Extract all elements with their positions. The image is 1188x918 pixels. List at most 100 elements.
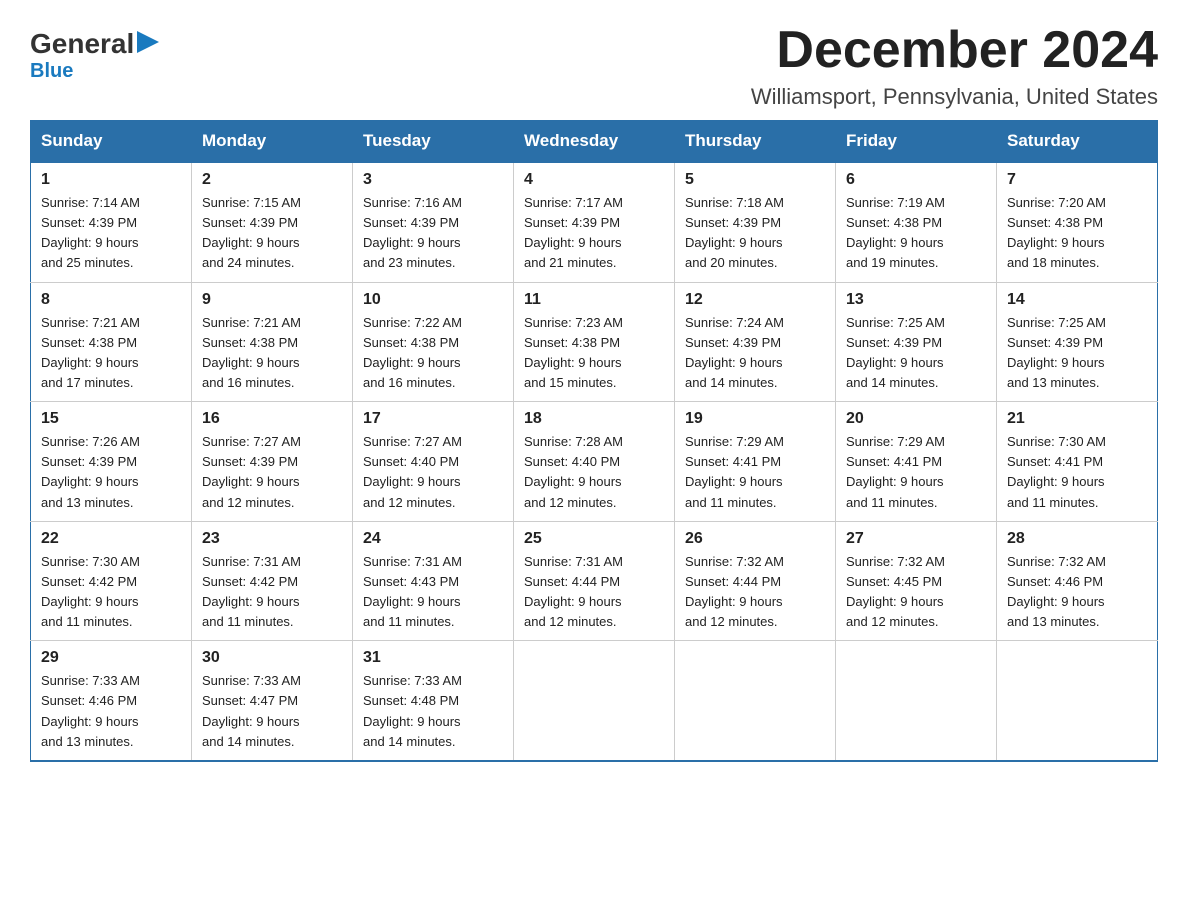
col-header-thursday: Thursday — [675, 121, 836, 163]
day-info: Sunrise: 7:31 AM Sunset: 4:43 PM Dayligh… — [363, 552, 503, 633]
day-number: 25 — [524, 530, 664, 548]
logo: General Blue — [30, 30, 159, 83]
day-info: Sunrise: 7:17 AM Sunset: 4:39 PM Dayligh… — [524, 193, 664, 274]
day-info: Sunrise: 7:25 AM Sunset: 4:39 PM Dayligh… — [846, 313, 986, 394]
calendar-day-cell: 1 Sunrise: 7:14 AM Sunset: 4:39 PM Dayli… — [31, 162, 192, 282]
col-header-saturday: Saturday — [997, 121, 1158, 163]
calendar-day-cell: 31 Sunrise: 7:33 AM Sunset: 4:48 PM Dayl… — [353, 641, 514, 761]
day-info: Sunrise: 7:28 AM Sunset: 4:40 PM Dayligh… — [524, 432, 664, 513]
day-number: 6 — [846, 171, 986, 189]
logo-text-blue: Blue — [30, 60, 73, 83]
day-number: 22 — [41, 530, 181, 548]
calendar-day-cell: 20 Sunrise: 7:29 AM Sunset: 4:41 PM Dayl… — [836, 402, 997, 522]
day-info: Sunrise: 7:26 AM Sunset: 4:39 PM Dayligh… — [41, 432, 181, 513]
calendar-day-cell: 19 Sunrise: 7:29 AM Sunset: 4:41 PM Dayl… — [675, 402, 836, 522]
day-number: 16 — [202, 410, 342, 428]
day-info: Sunrise: 7:32 AM Sunset: 4:45 PM Dayligh… — [846, 552, 986, 633]
day-info: Sunrise: 7:19 AM Sunset: 4:38 PM Dayligh… — [846, 193, 986, 274]
col-header-monday: Monday — [192, 121, 353, 163]
day-info: Sunrise: 7:24 AM Sunset: 4:39 PM Dayligh… — [685, 313, 825, 394]
day-number: 2 — [202, 171, 342, 189]
day-number: 17 — [363, 410, 503, 428]
col-header-sunday: Sunday — [31, 121, 192, 163]
calendar-day-cell: 18 Sunrise: 7:28 AM Sunset: 4:40 PM Dayl… — [514, 402, 675, 522]
calendar-week-row: 15 Sunrise: 7:26 AM Sunset: 4:39 PM Dayl… — [31, 402, 1158, 522]
calendar-day-cell: 17 Sunrise: 7:27 AM Sunset: 4:40 PM Dayl… — [353, 402, 514, 522]
calendar-day-cell: 13 Sunrise: 7:25 AM Sunset: 4:39 PM Dayl… — [836, 282, 997, 402]
calendar-day-cell: 5 Sunrise: 7:18 AM Sunset: 4:39 PM Dayli… — [675, 162, 836, 282]
day-number: 26 — [685, 530, 825, 548]
calendar-day-cell: 9 Sunrise: 7:21 AM Sunset: 4:38 PM Dayli… — [192, 282, 353, 402]
page-header: General Blue December 2024 Williamsport,… — [30, 20, 1158, 110]
calendar-table: SundayMondayTuesdayWednesdayThursdayFrid… — [30, 120, 1158, 762]
calendar-day-cell — [997, 641, 1158, 761]
day-info: Sunrise: 7:20 AM Sunset: 4:38 PM Dayligh… — [1007, 193, 1147, 274]
col-header-tuesday: Tuesday — [353, 121, 514, 163]
calendar-day-cell: 23 Sunrise: 7:31 AM Sunset: 4:42 PM Dayl… — [192, 521, 353, 641]
day-info: Sunrise: 7:22 AM Sunset: 4:38 PM Dayligh… — [363, 313, 503, 394]
calendar-day-cell: 7 Sunrise: 7:20 AM Sunset: 4:38 PM Dayli… — [997, 162, 1158, 282]
day-number: 9 — [202, 291, 342, 309]
day-info: Sunrise: 7:25 AM Sunset: 4:39 PM Dayligh… — [1007, 313, 1147, 394]
day-info: Sunrise: 7:27 AM Sunset: 4:39 PM Dayligh… — [202, 432, 342, 513]
day-number: 30 — [202, 649, 342, 667]
calendar-day-cell: 4 Sunrise: 7:17 AM Sunset: 4:39 PM Dayli… — [514, 162, 675, 282]
calendar-day-cell: 11 Sunrise: 7:23 AM Sunset: 4:38 PM Dayl… — [514, 282, 675, 402]
day-number: 12 — [685, 291, 825, 309]
day-info: Sunrise: 7:33 AM Sunset: 4:48 PM Dayligh… — [363, 671, 503, 752]
calendar-week-row: 8 Sunrise: 7:21 AM Sunset: 4:38 PM Dayli… — [31, 282, 1158, 402]
calendar-day-cell: 27 Sunrise: 7:32 AM Sunset: 4:45 PM Dayl… — [836, 521, 997, 641]
day-number: 24 — [363, 530, 503, 548]
day-info: Sunrise: 7:33 AM Sunset: 4:46 PM Dayligh… — [41, 671, 181, 752]
day-number: 7 — [1007, 171, 1147, 189]
calendar-day-cell: 8 Sunrise: 7:21 AM Sunset: 4:38 PM Dayli… — [31, 282, 192, 402]
calendar-header-row: SundayMondayTuesdayWednesdayThursdayFrid… — [31, 121, 1158, 163]
calendar-day-cell: 30 Sunrise: 7:33 AM Sunset: 4:47 PM Dayl… — [192, 641, 353, 761]
calendar-day-cell: 10 Sunrise: 7:22 AM Sunset: 4:38 PM Dayl… — [353, 282, 514, 402]
page-title: December 2024 — [751, 20, 1158, 80]
day-info: Sunrise: 7:29 AM Sunset: 4:41 PM Dayligh… — [685, 432, 825, 513]
day-number: 20 — [846, 410, 986, 428]
page-subtitle: Williamsport, Pennsylvania, United State… — [751, 84, 1158, 110]
calendar-day-cell: 28 Sunrise: 7:32 AM Sunset: 4:46 PM Dayl… — [997, 521, 1158, 641]
calendar-day-cell — [836, 641, 997, 761]
calendar-day-cell — [514, 641, 675, 761]
day-number: 15 — [41, 410, 181, 428]
day-number: 18 — [524, 410, 664, 428]
day-number: 31 — [363, 649, 503, 667]
calendar-day-cell: 14 Sunrise: 7:25 AM Sunset: 4:39 PM Dayl… — [997, 282, 1158, 402]
day-info: Sunrise: 7:31 AM Sunset: 4:44 PM Dayligh… — [524, 552, 664, 633]
day-info: Sunrise: 7:30 AM Sunset: 4:41 PM Dayligh… — [1007, 432, 1147, 513]
calendar-week-row: 29 Sunrise: 7:33 AM Sunset: 4:46 PM Dayl… — [31, 641, 1158, 761]
day-info: Sunrise: 7:15 AM Sunset: 4:39 PM Dayligh… — [202, 193, 342, 274]
calendar-day-cell: 2 Sunrise: 7:15 AM Sunset: 4:39 PM Dayli… — [192, 162, 353, 282]
day-info: Sunrise: 7:27 AM Sunset: 4:40 PM Dayligh… — [363, 432, 503, 513]
day-info: Sunrise: 7:31 AM Sunset: 4:42 PM Dayligh… — [202, 552, 342, 633]
calendar-week-row: 22 Sunrise: 7:30 AM Sunset: 4:42 PM Dayl… — [31, 521, 1158, 641]
day-number: 5 — [685, 171, 825, 189]
day-number: 28 — [1007, 530, 1147, 548]
day-info: Sunrise: 7:23 AM Sunset: 4:38 PM Dayligh… — [524, 313, 664, 394]
day-number: 8 — [41, 291, 181, 309]
calendar-day-cell: 12 Sunrise: 7:24 AM Sunset: 4:39 PM Dayl… — [675, 282, 836, 402]
day-info: Sunrise: 7:16 AM Sunset: 4:39 PM Dayligh… — [363, 193, 503, 274]
day-number: 1 — [41, 171, 181, 189]
calendar-day-cell: 16 Sunrise: 7:27 AM Sunset: 4:39 PM Dayl… — [192, 402, 353, 522]
title-block: December 2024 Williamsport, Pennsylvania… — [751, 20, 1158, 110]
logo-triangle-icon — [137, 31, 159, 53]
day-number: 11 — [524, 291, 664, 309]
day-number: 3 — [363, 171, 503, 189]
calendar-day-cell: 24 Sunrise: 7:31 AM Sunset: 4:43 PM Dayl… — [353, 521, 514, 641]
day-number: 29 — [41, 649, 181, 667]
day-info: Sunrise: 7:21 AM Sunset: 4:38 PM Dayligh… — [41, 313, 181, 394]
calendar-day-cell: 25 Sunrise: 7:31 AM Sunset: 4:44 PM Dayl… — [514, 521, 675, 641]
day-info: Sunrise: 7:33 AM Sunset: 4:47 PM Dayligh… — [202, 671, 342, 752]
day-info: Sunrise: 7:14 AM Sunset: 4:39 PM Dayligh… — [41, 193, 181, 274]
day-info: Sunrise: 7:32 AM Sunset: 4:44 PM Dayligh… — [685, 552, 825, 633]
col-header-wednesday: Wednesday — [514, 121, 675, 163]
calendar-day-cell: 26 Sunrise: 7:32 AM Sunset: 4:44 PM Dayl… — [675, 521, 836, 641]
day-number: 21 — [1007, 410, 1147, 428]
day-number: 4 — [524, 171, 664, 189]
calendar-day-cell: 29 Sunrise: 7:33 AM Sunset: 4:46 PM Dayl… — [31, 641, 192, 761]
day-info: Sunrise: 7:18 AM Sunset: 4:39 PM Dayligh… — [685, 193, 825, 274]
